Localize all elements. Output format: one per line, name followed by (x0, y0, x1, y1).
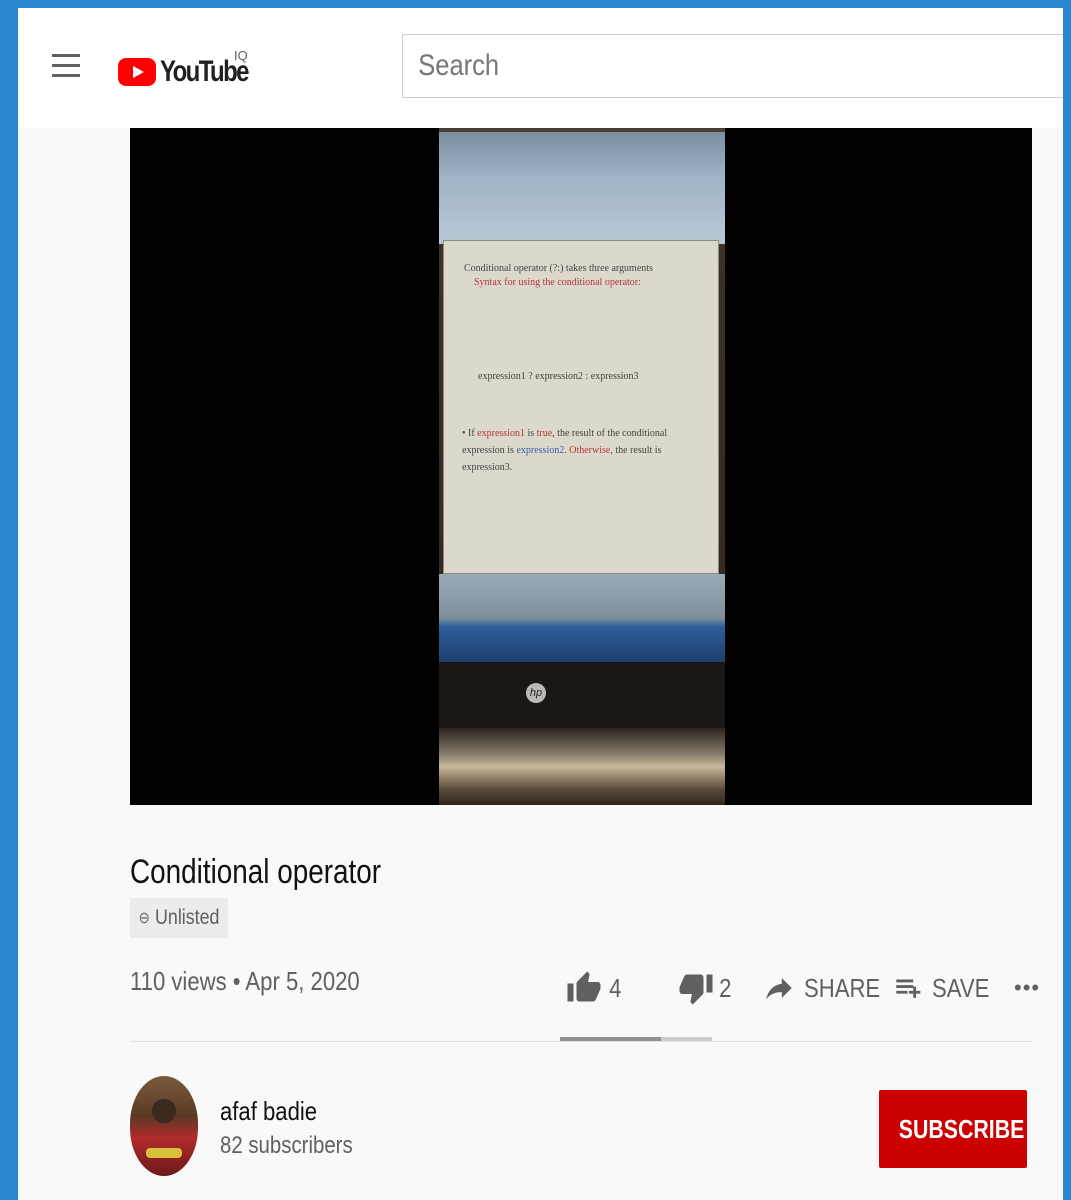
dislike-button[interactable]: 2 (678, 970, 762, 1006)
thumbs-down-icon (678, 970, 714, 1006)
video-frame: Conditional operator (?:) takes three ar… (439, 128, 725, 805)
slide-line-3: expression1 ? expression2 : expression3 (478, 371, 639, 382)
slide-line-1: Conditional operator (?:) takes three ar… (464, 263, 653, 274)
masthead: YouTube IQ (18, 8, 1063, 128)
video-player[interactable]: Conditional operator (?:) takes three ar… (130, 128, 1032, 805)
slide-bullet: • If expression1 is true, the result of … (462, 428, 668, 473)
subscribe-label: SUBSCRIBE (898, 1113, 1025, 1144)
thumbs-up-icon (566, 970, 602, 1006)
divider (130, 1041, 1032, 1042)
menu-icon[interactable] (52, 54, 80, 80)
hp-logo-icon: hp (526, 683, 546, 703)
screen-taskbar (439, 574, 725, 662)
action-bar: 4 2 SHARE SAVE ••• (566, 963, 1054, 1013)
share-arrow-icon (762, 971, 796, 1005)
link-icon: ⊖ (138, 910, 150, 927)
unlisted-label: Unlisted (154, 906, 220, 929)
search-input[interactable] (403, 35, 963, 97)
youtube-page: YouTube IQ Conditional operator (?:) tak… (18, 8, 1063, 1200)
like-count: 4 (609, 972, 622, 1003)
laptop-base (439, 728, 725, 805)
play-icon (118, 58, 156, 86)
playlist-add-icon (892, 971, 926, 1005)
share-button[interactable]: SHARE (762, 971, 892, 1005)
youtube-logo[interactable]: YouTube IQ (118, 48, 270, 90)
video-title: Conditional operator (130, 853, 382, 891)
screen-toolbar (439, 132, 725, 244)
like-button[interactable]: 4 (566, 970, 678, 1006)
unlisted-badge: ⊖ Unlisted (130, 898, 228, 938)
subscribe-button[interactable]: SUBSCRIBE (879, 1090, 1027, 1168)
dislike-count: 2 (719, 972, 732, 1003)
presentation-slide: Conditional operator (?:) takes three ar… (443, 240, 719, 574)
views-and-date: 110 views • Apr 5, 2020 (130, 966, 360, 996)
subscriber-count: 82 subscribers (220, 1132, 353, 1159)
slide-line-2: Syntax for using the conditional operato… (474, 277, 641, 288)
avatar[interactable] (130, 1076, 198, 1176)
search-box (402, 34, 1063, 98)
share-label: SHARE (804, 972, 881, 1003)
channel-name[interactable]: afaf badie (220, 1096, 317, 1127)
logo-superscript: IQ (234, 48, 248, 63)
save-label: SAVE (932, 972, 990, 1003)
save-button[interactable]: SAVE (892, 971, 1014, 1005)
more-icon[interactable]: ••• (1014, 975, 1054, 1001)
